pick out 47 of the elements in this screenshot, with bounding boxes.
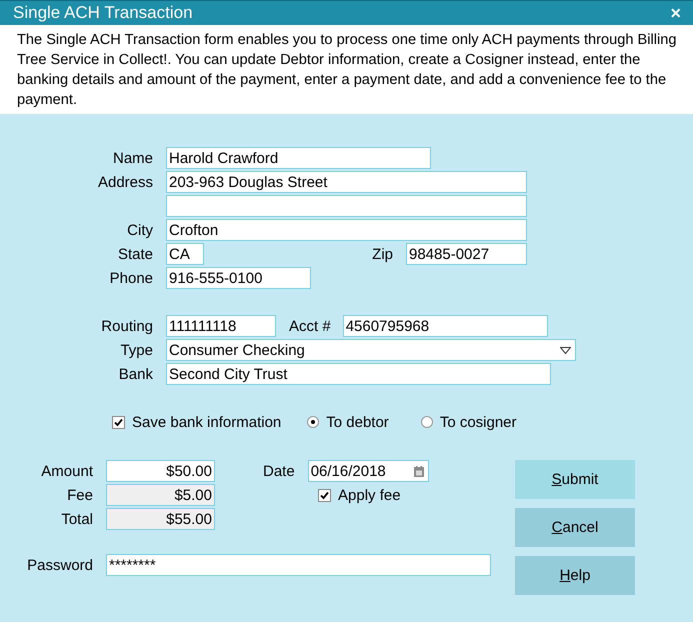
field-label: Acct #: [289, 318, 331, 334]
address-field[interactable]: [166, 195, 527, 217]
date-field[interactable]: 06/16/2018: [308, 460, 429, 482]
field-label: Zip: [372, 246, 393, 262]
calendar-icon: [414, 466, 424, 476]
phone-field[interactable]: 916-555-0100: [166, 267, 311, 289]
name-field[interactable]: Harold Crawford: [166, 147, 431, 169]
bank-field[interactable]: Second City Trust: [166, 363, 551, 385]
field-label: Name: [112, 150, 153, 166]
radio-button[interactable]: [420, 416, 433, 428]
checkbox-label: Apply fee: [338, 486, 401, 504]
city-field[interactable]: Crofton: [166, 219, 527, 241]
account-field[interactable]: 4560795968: [342, 315, 548, 337]
field-label: Password: [26, 556, 93, 574]
window-title: Single ACH Transaction: [13, 3, 193, 23]
dialog-button[interactable]: Submit: [515, 460, 635, 499]
routing-field[interactable]: 111111118: [166, 315, 276, 337]
field-label: Amount: [40, 462, 93, 480]
type-dropdown[interactable]: Consumer Checking: [166, 339, 576, 361]
amount-field[interactable]: $50.00: [106, 460, 215, 482]
field-label: Fee: [66, 486, 93, 504]
field-label: Phone: [108, 270, 153, 286]
radio-label: To debtor: [326, 414, 389, 430]
password-field[interactable]: ********: [106, 554, 491, 576]
state-field[interactable]: CA: [166, 243, 204, 265]
field-label: Date: [263, 462, 295, 480]
address-field[interactable]: 203-963 Douglas Street: [166, 171, 527, 193]
field-label: Routing: [100, 318, 153, 334]
field-label: Address: [96, 174, 153, 190]
field-label: State: [116, 246, 153, 262]
checkbox[interactable]: [318, 488, 331, 502]
field-label: City: [126, 222, 153, 238]
checkbox-label: Save bank information: [132, 414, 282, 430]
zip-field[interactable]: 98485-0027: [406, 243, 527, 265]
total-field[interactable]: $55.00: [106, 508, 215, 530]
fee-field[interactable]: $5.00: [106, 484, 215, 506]
field-label: Total: [60, 510, 93, 528]
field-label: Type: [119, 342, 153, 358]
close-button[interactable]: ×: [668, 4, 683, 22]
radio-button[interactable]: [307, 416, 320, 428]
dialog-button[interactable]: Cancel: [515, 508, 635, 547]
description-text: The Single ACH Transaction form enables you to process one time only ACH payments through Billing Tree Service in Collect!. You can update Debtor information, create a Cosigner instead, enter the banking details and amount of the payment, enter a payment date, and add a convenience fee to the payment.: [17, 31, 678, 110]
dropdown-arrow-icon: [560, 346, 571, 354]
checkbox[interactable]: [112, 416, 125, 428]
dialog-button[interactable]: Help: [515, 556, 635, 595]
field-label: Bank: [118, 366, 153, 382]
radio-label: To cosigner: [440, 414, 517, 430]
